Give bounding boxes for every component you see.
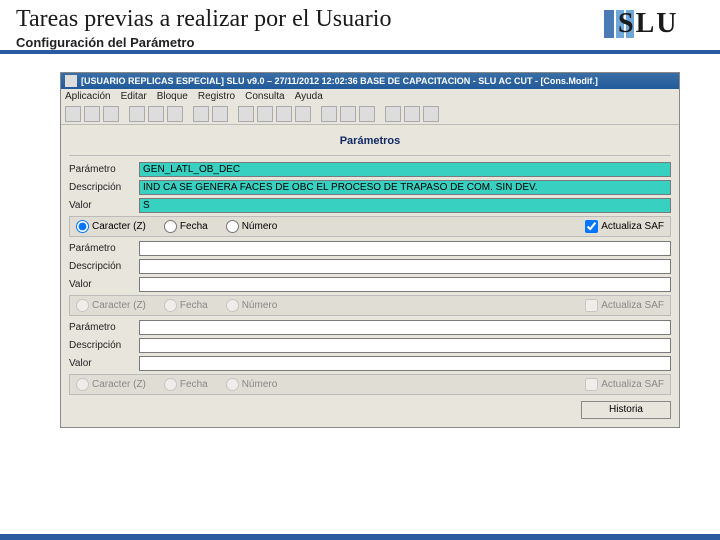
app-titlebar: [USUARIO REPLICAS ESPECIAL] SLU v9.0 – 2…: [61, 73, 679, 89]
label-valor: Valor: [69, 200, 139, 211]
input-valor-1[interactable]: S: [139, 198, 671, 213]
menubar: Aplicación Editar Bloque Registro Consul…: [61, 89, 679, 104]
divider: [69, 155, 671, 156]
tb-print-icon[interactable]: [84, 106, 100, 122]
radio-caracter-1[interactable]: Caracter (Z): [76, 220, 146, 233]
input-parametro-3[interactable]: [139, 320, 671, 335]
radio-caracter-3[interactable]: Caracter (Z): [76, 378, 146, 391]
menu-aplicacion[interactable]: Aplicación: [65, 91, 111, 102]
slide-title: Tareas previas a realizar por el Usuario: [16, 6, 604, 33]
menu-editar[interactable]: Editar: [121, 91, 147, 102]
tb-cut-icon[interactable]: [129, 106, 145, 122]
label-valor-2: Valor: [69, 279, 139, 290]
tb-upx-icon[interactable]: [276, 106, 292, 122]
checkbox-actualiza-saf-1[interactable]: Actualiza SAF: [585, 220, 664, 233]
radio-row-2: Caracter (Z) Fecha Número Actualiza SAF: [69, 295, 671, 316]
input-parametro-1[interactable]: GEN_LATL_OB_DEC: [139, 162, 671, 177]
tb-form-icon[interactable]: [423, 106, 439, 122]
input-descripcion-3[interactable]: [139, 338, 671, 353]
tb-prev-icon[interactable]: [212, 106, 228, 122]
input-descripcion-2[interactable]: [139, 259, 671, 274]
label-descripcion: Descripción: [69, 182, 139, 193]
radio-fecha-2[interactable]: Fecha: [164, 299, 208, 312]
tb-help-icon[interactable]: [385, 106, 401, 122]
slide-subtitle: Configuración del Parámetro: [16, 35, 604, 50]
label-parametro: Parámetro: [69, 164, 139, 175]
slide-header: Tareas previas a realizar por el Usuario…: [0, 0, 720, 54]
history-row: Historia: [69, 401, 671, 419]
menu-bloque[interactable]: Bloque: [157, 91, 188, 102]
tb-downx-icon[interactable]: [295, 106, 311, 122]
tb-save-icon[interactable]: [65, 106, 81, 122]
tb-copy-icon[interactable]: [148, 106, 164, 122]
app-window: [USUARIO REPLICAS ESPECIAL] SLU v9.0 – 2…: [60, 72, 680, 428]
radio-numero-2[interactable]: Número: [226, 299, 278, 312]
tb-first-icon[interactable]: [193, 106, 209, 122]
label-parametro-2: Parámetro: [69, 243, 139, 254]
radio-numero-1[interactable]: Número: [226, 220, 278, 233]
param-group-3: Parámetro Descripción Valor Caracter (Z)…: [69, 320, 671, 395]
logo: SLU: [604, 6, 704, 50]
input-valor-3[interactable]: [139, 356, 671, 371]
tb-query-icon[interactable]: [340, 106, 356, 122]
footer-bar: [0, 534, 720, 540]
app-icon: [65, 75, 77, 87]
menu-ayuda[interactable]: Ayuda: [295, 91, 323, 102]
toolbar: [61, 104, 679, 125]
label-parametro-3: Parámetro: [69, 322, 139, 333]
radio-caracter-2[interactable]: Caracter (Z): [76, 299, 146, 312]
param-group-2: Parámetro Descripción Valor Caracter (Z)…: [69, 241, 671, 316]
radio-fecha-1[interactable]: Fecha: [164, 220, 208, 233]
param-group-1: Parámetro GEN_LATL_OB_DEC Descripción IN…: [69, 162, 671, 237]
input-valor-2[interactable]: [139, 277, 671, 292]
menu-consulta[interactable]: Consulta: [245, 91, 284, 102]
tb-exit-icon[interactable]: [103, 106, 119, 122]
tb-list-icon[interactable]: [404, 106, 420, 122]
tb-up-icon[interactable]: [238, 106, 254, 122]
form-content: Parámetros Parámetro GEN_LATL_OB_DEC Des…: [61, 125, 679, 427]
checkbox-actualiza-saf-2[interactable]: Actualiza SAF: [585, 299, 664, 312]
tb-folder-icon[interactable]: [321, 106, 337, 122]
app-title: [USUARIO REPLICAS ESPECIAL] SLU v9.0 – 2…: [81, 76, 598, 86]
logo-text: SLU: [618, 8, 678, 40]
input-descripcion-1[interactable]: IND CA SE GENERA FACES DE OBC EL PROCESO…: [139, 180, 671, 195]
tb-down-icon[interactable]: [257, 106, 273, 122]
label-valor-3: Valor: [69, 358, 139, 369]
menu-registro[interactable]: Registro: [198, 91, 235, 102]
tb-paste-icon[interactable]: [167, 106, 183, 122]
section-title: Parámetros: [69, 131, 671, 153]
radio-fecha-3[interactable]: Fecha: [164, 378, 208, 391]
radio-row-1: Caracter (Z) Fecha Número Actualiza SAF: [69, 216, 671, 237]
checkbox-actualiza-saf-3[interactable]: Actualiza SAF: [585, 378, 664, 391]
tb-exec-icon[interactable]: [359, 106, 375, 122]
input-parametro-2[interactable]: [139, 241, 671, 256]
radio-row-3: Caracter (Z) Fecha Número Actualiza SAF: [69, 374, 671, 395]
label-descripcion-2: Descripción: [69, 261, 139, 272]
radio-numero-3[interactable]: Número: [226, 378, 278, 391]
label-descripcion-3: Descripción: [69, 340, 139, 351]
historia-button[interactable]: Historia: [581, 401, 671, 419]
